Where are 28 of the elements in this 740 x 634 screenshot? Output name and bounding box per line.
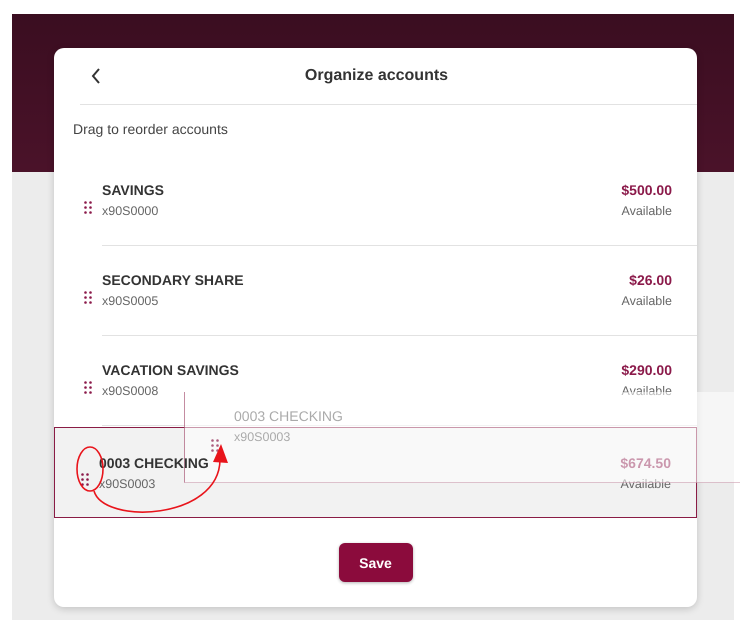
preview-account-name: 0003 CHECKING (234, 408, 343, 424)
balance-label: Available (621, 204, 672, 218)
preview-account-number: x90S0003 (234, 430, 292, 444)
drag-handle-icon[interactable] (81, 473, 89, 486)
account-number: x90S0000 (102, 204, 160, 218)
account-name: VACATION SAVINGS (102, 362, 239, 378)
balance-label: Available (621, 294, 672, 308)
account-amount: $26.00 (629, 272, 672, 288)
account-row[interactable]: SECONDARY SHARE x90S0005 $26.00 Available (54, 245, 697, 335)
account-amount: $674.50 (620, 454, 671, 470)
account-name: SAVINGS (102, 182, 164, 198)
drag-handle-icon[interactable] (211, 439, 219, 452)
account-name: SECONDARY SHARE (102, 272, 244, 288)
account-amount: $500.00 (621, 182, 672, 198)
account-number: x90S0005 (102, 294, 160, 308)
balance-label: Available (621, 384, 672, 398)
save-button[interactable]: Save (338, 543, 412, 582)
drag-handle-icon[interactable] (84, 200, 92, 214)
account-row[interactable]: SAVINGS x90S0000 $500.00 Available (54, 155, 697, 245)
drag-handle-icon[interactable] (84, 380, 92, 394)
dialog-title: Organize accounts (304, 67, 450, 85)
account-number: x90S0008 (102, 384, 160, 398)
drag-handle-icon[interactable] (84, 290, 92, 304)
chevron-left-icon (91, 68, 101, 84)
account-number: x90S0003 (99, 476, 156, 490)
balance-label: Available (620, 476, 671, 490)
account-amount: $290.00 (621, 362, 672, 378)
instruction-text: Drag to reorder accounts (73, 121, 228, 137)
